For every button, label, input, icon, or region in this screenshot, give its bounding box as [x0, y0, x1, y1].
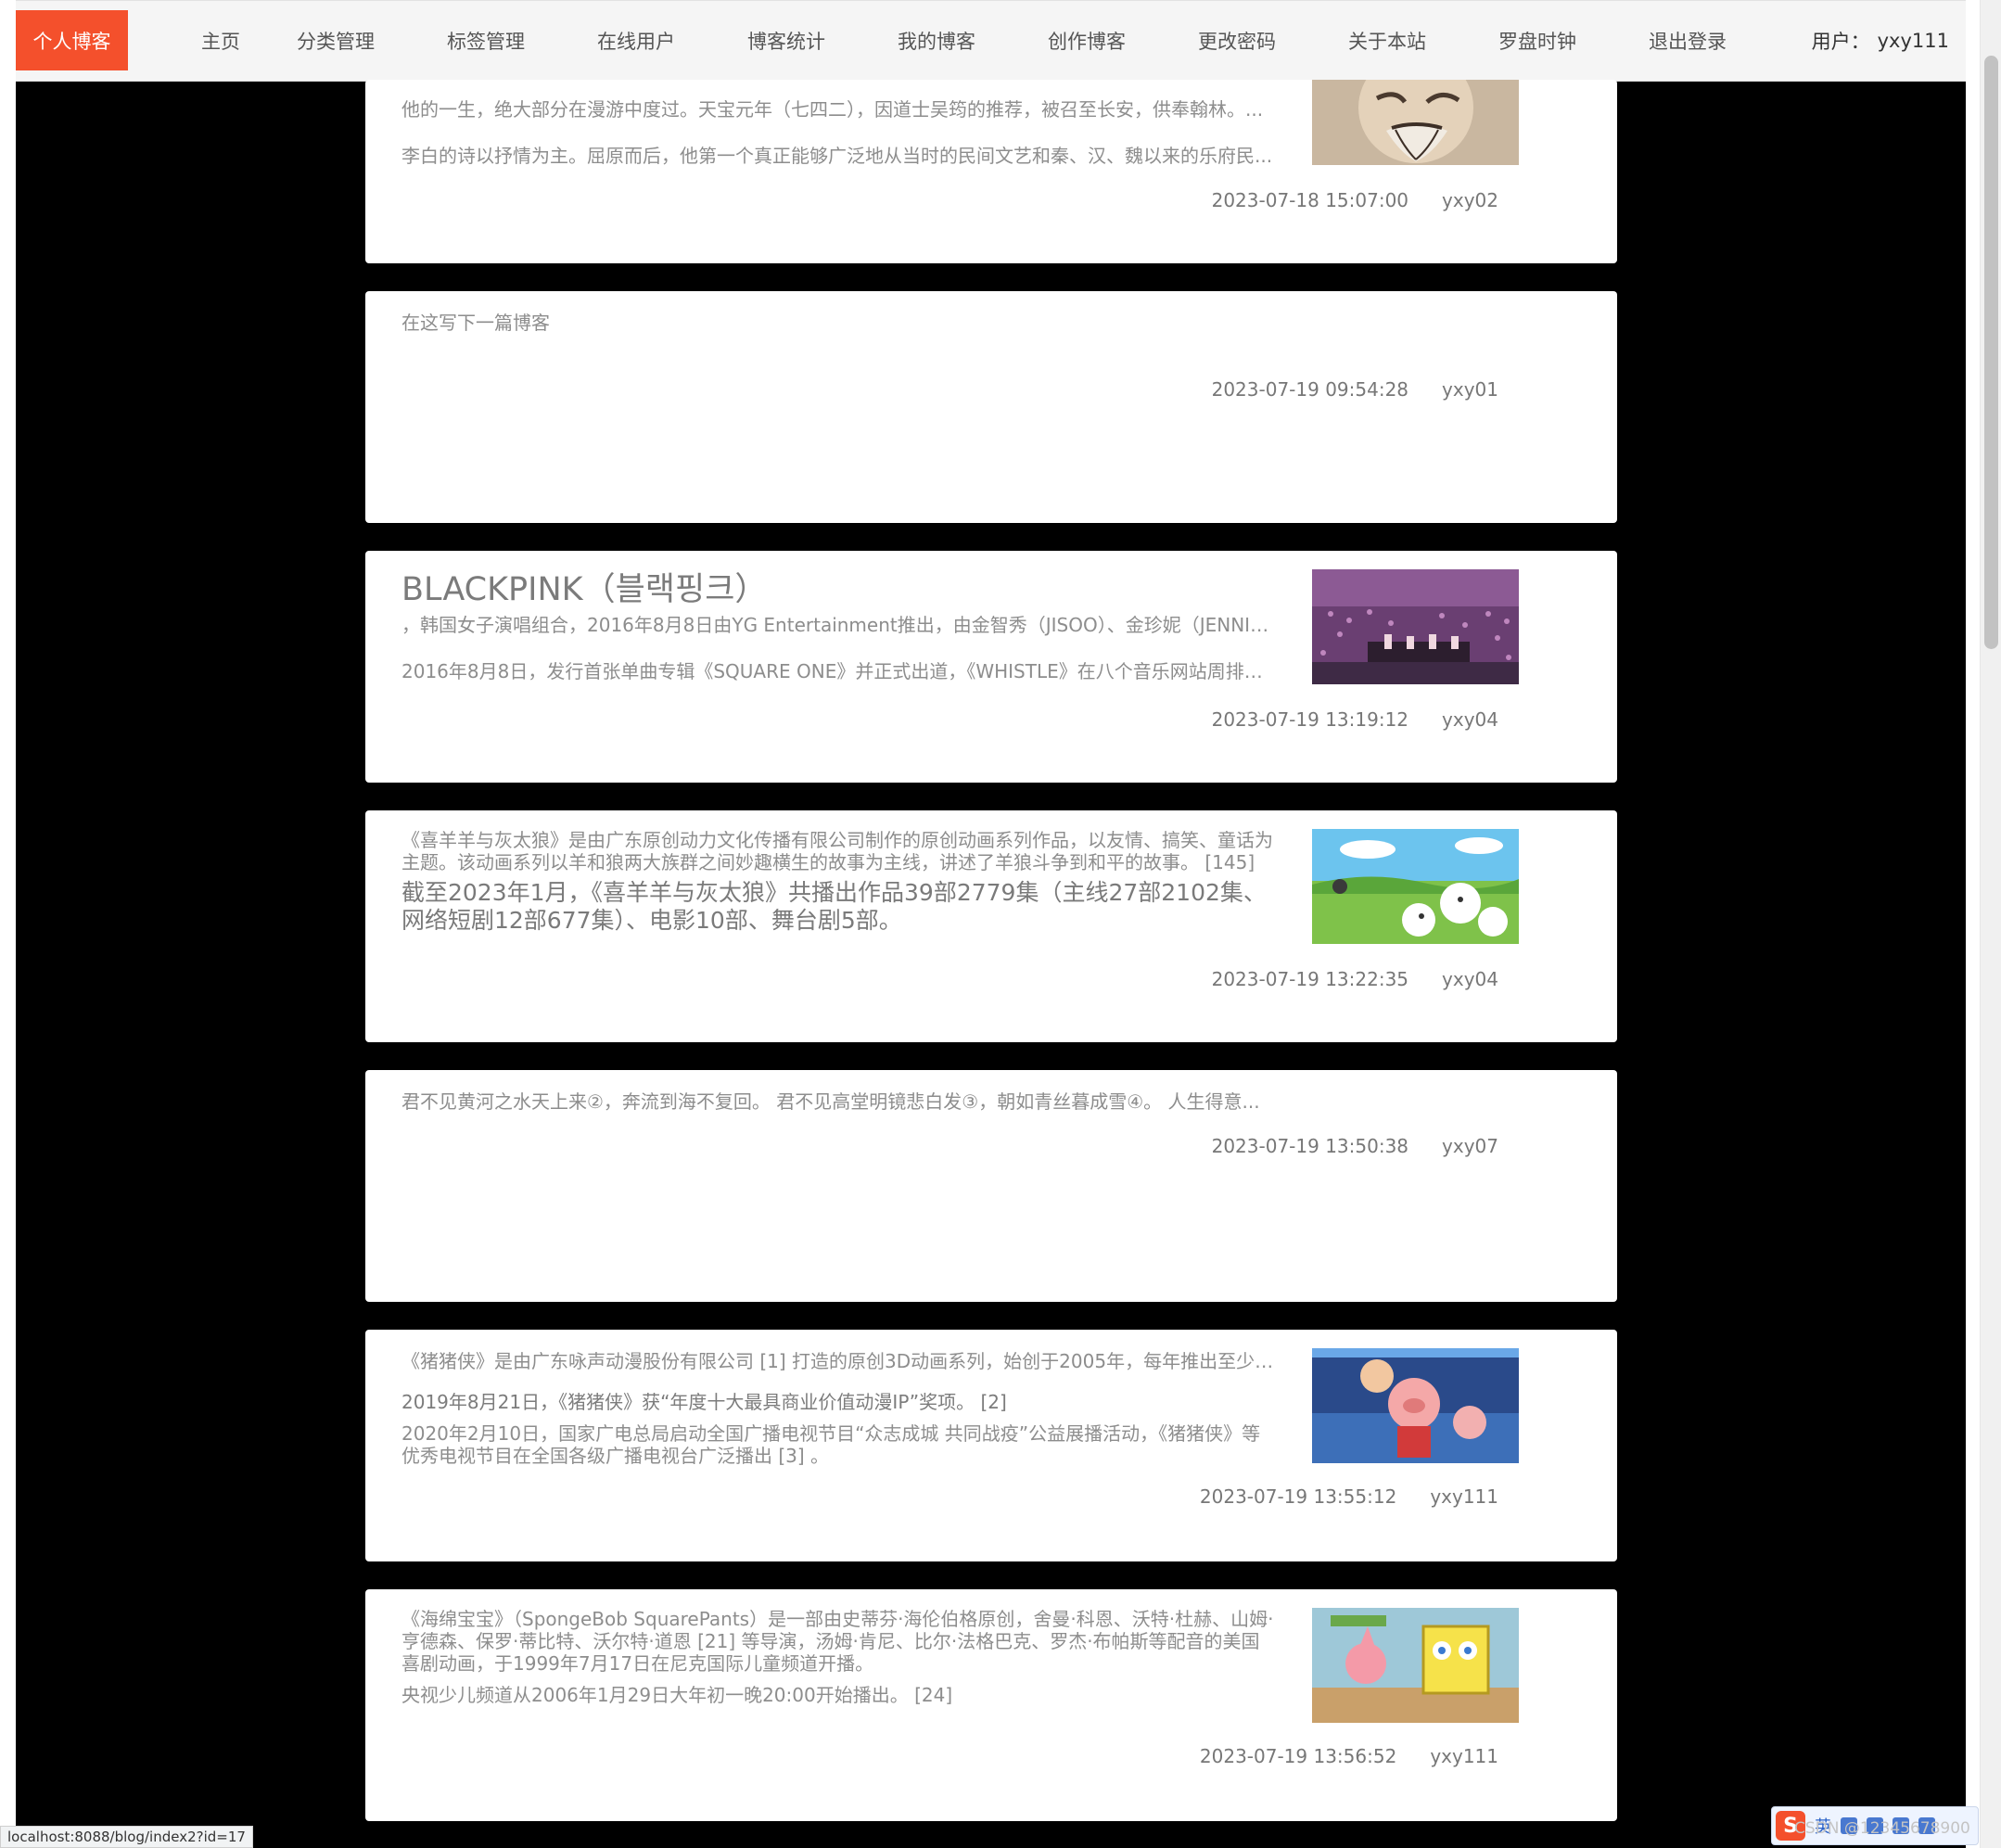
post-thumbnail[interactable] [1312, 569, 1519, 684]
post-line: 李白的诗以抒情为主。屈原而后，他第一个真正能够广泛地从当时的民间文艺和秦、汉、魏… [401, 145, 1273, 167]
nav-item-compass-clock[interactable]: 罗盘时钟 [1463, 10, 1612, 70]
post-author: yxy04 [1442, 968, 1498, 990]
user-name: yxy111 [1877, 29, 1949, 52]
post-date: 2023-07-19 09:54:28 [1211, 378, 1409, 401]
post-meta: 2023-07-18 15:07:00 yxy02 [1212, 189, 1498, 211]
post-title: BLACKPINK（블랙핑크） [401, 571, 768, 608]
post-date: 2023-07-18 15:07:00 [1211, 189, 1409, 211]
post-date: 2023-07-19 13:55:12 [1199, 1485, 1397, 1508]
user-info: 用户： yxy111 [1812, 10, 1949, 70]
post-paragraph: 2020年2月10日，国家广电总局启动全国广播电视节目“众志成城 共同战疫”公益… [401, 1422, 1261, 1467]
nav-item-blog-stats[interactable]: 博客统计 [712, 10, 860, 70]
blog-card[interactable]: BLACKPINK（블랙핑크） ，韩国女子演唱组合，2016年8月8日由YG E… [365, 551, 1617, 783]
watermark: CSDN @12345678900 [1794, 1819, 1970, 1838]
nav-item-online-users[interactable]: 在线用户 [562, 10, 710, 70]
post-author: yxy04 [1442, 708, 1498, 731]
post-paragraph: 2019年8月21日，《猪猪侠》获“年度十大最具商业价值动漫IP”奖项。 [2] [401, 1391, 1007, 1413]
blog-card[interactable]: 他的一生，绝大部分在漫游中度过。天宝元年（七四二），因道士吴筠的推荐，被召至长安… [365, 80, 1617, 263]
post-meta: 2023-07-19 09:54:28 yxy01 [1212, 378, 1498, 401]
nav-item-category[interactable]: 分类管理 [261, 10, 410, 70]
post-thumbnail[interactable] [1312, 829, 1519, 944]
blog-card[interactable]: 在这写下一篇博客 2023-07-19 09:54:28 yxy01 [365, 291, 1617, 523]
post-line: ，韩国女子演唱组合，2016年8月8日由YG Entertainment推出，由… [401, 614, 1278, 636]
status-bar-url: localhost:8088/blog/index2?id=17 [0, 1826, 253, 1848]
post-author: yxy111 [1430, 1745, 1498, 1767]
post-line: 他的一生，绝大部分在漫游中度过。天宝元年（七四二），因道士吴筠的推荐，被召至长安… [401, 98, 1264, 121]
post-excerpt: 他的一生，绝大部分在漫游中度过。天宝元年（七四二），因道士吴筠的推荐，被召至长安… [401, 96, 1278, 169]
blog-card[interactable]: 《喜羊羊与灰太狼》是由广东原创动力文化传播有限公司制作的原创动画系列作品，以友情… [365, 810, 1617, 1042]
top-navbar: 个人博客 主页 分类管理 标签管理 在线用户 博客统计 我的博客 创作博客 更改… [16, 0, 1966, 82]
post-meta: 2023-07-19 13:19:12 yxy04 [1212, 708, 1498, 731]
post-thumbnail[interactable] [1312, 80, 1519, 165]
post-excerpt: 《海绵宝宝》（SpongeBob SquarePants）是一部由史蒂芬·海伦伯… [401, 1608, 1278, 1706]
post-date: 2023-07-19 13:56:52 [1199, 1745, 1397, 1767]
post-excerpt: 《猪猪侠》是由广东咏声动漫股份有限公司 [1] 打造的原创3D动画系列，始创于2… [401, 1348, 1278, 1467]
post-author: yxy111 [1430, 1485, 1498, 1508]
blog-card[interactable]: 君不见黄河之水天上来②，奔流到海不复回。 君不见高堂明镜悲白发③，朝如青丝暮成雪… [365, 1070, 1617, 1302]
nav-item-tags[interactable]: 标签管理 [412, 10, 560, 70]
post-line: 在这写下一篇博客 [401, 312, 550, 334]
nav-item-about[interactable]: 关于本站 [1313, 10, 1461, 70]
nav-brand-personal-blog[interactable]: 个人博客 [16, 10, 128, 70]
user-label: 用户： [1811, 30, 1870, 53]
post-excerpt: 在这写下一篇博客 [401, 310, 1278, 336]
post-meta: 2023-07-19 13:50:38 yxy07 [1212, 1135, 1498, 1157]
nav-item-change-password[interactable]: 更改密码 [1163, 10, 1311, 70]
scrollbar-thumb[interactable] [1984, 56, 1998, 649]
post-meta: 2023-07-19 13:22:35 yxy04 [1212, 968, 1498, 990]
post-paragraph-large: 截至2023年1月，《喜羊羊与灰太狼》共播出作品39部2779集（主线27部21… [401, 879, 1267, 934]
post-thumbnail[interactable] [1312, 1348, 1519, 1463]
post-date: 2023-07-19 13:50:38 [1211, 1135, 1409, 1157]
nav-item-my-blog[interactable]: 我的博客 [862, 10, 1011, 70]
post-meta: 2023-07-19 13:55:12 yxy111 [1200, 1485, 1498, 1508]
post-author: yxy01 [1442, 378, 1498, 401]
blog-card[interactable]: 《海绵宝宝》（SpongeBob SquarePants）是一部由史蒂芬·海伦伯… [365, 1589, 1617, 1821]
post-date: 2023-07-19 13:22:35 [1211, 968, 1409, 990]
post-date: 2023-07-19 13:19:12 [1211, 708, 1409, 731]
post-meta: 2023-07-19 13:56:52 yxy111 [1200, 1745, 1498, 1767]
post-excerpt: 君不见黄河之水天上来②，奔流到海不复回。 君不见高堂明镜悲白发③，朝如青丝暮成雪… [401, 1089, 1278, 1115]
post-paragraph: 《喜羊羊与灰太狼》是由广东原创动力文化传播有限公司制作的原创动画系列作品，以友情… [401, 829, 1273, 873]
post-excerpt: 《喜羊羊与灰太狼》是由广东原创动力文化传播有限公司制作的原创动画系列作品，以友情… [401, 829, 1278, 935]
post-thumbnail[interactable] [1312, 1608, 1519, 1723]
post-author: yxy07 [1442, 1135, 1498, 1157]
post-line: 君不见黄河之水天上来②，奔流到海不复回。 君不见高堂明镜悲白发③，朝如青丝暮成雪… [401, 1090, 1260, 1113]
vertical-scrollbar[interactable] [1980, 0, 2001, 1848]
post-excerpt: BLACKPINK（블랙핑크） ，韩国女子演唱组合，2016年8月8日由YG E… [401, 569, 1278, 684]
post-line: 2016年8月8日，发行首张单曲专辑《SQUARE ONE》并正式出道，《WHI… [401, 660, 1278, 682]
blog-card[interactable]: 《猪猪侠》是由广东咏声动漫股份有限公司 [1] 打造的原创3D动画系列，始创于2… [365, 1330, 1617, 1561]
post-author: yxy02 [1442, 189, 1498, 211]
nav-item-logout[interactable]: 退出登录 [1613, 10, 1762, 70]
nav-item-create-blog[interactable]: 创作博客 [1013, 10, 1161, 70]
post-paragraph: 《海绵宝宝》（SpongeBob SquarePants）是一部由史蒂芬·海伦伯… [401, 1608, 1274, 1675]
post-line: 《猪猪侠》是由广东咏声动漫股份有限公司 [1] 打造的原创3D动画系列，始创于2… [401, 1350, 1278, 1372]
post-paragraph: 央视少儿频道从2006年1月29日大年初一晚20:00开始播出。 [24] [401, 1684, 953, 1706]
